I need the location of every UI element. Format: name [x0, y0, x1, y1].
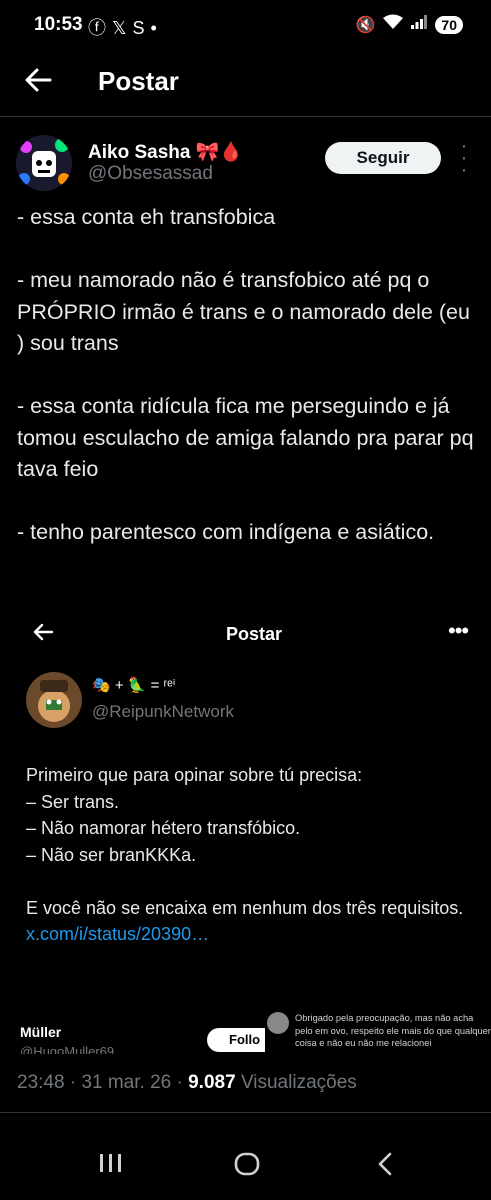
- back-nav-icon[interactable]: [375, 1152, 395, 1183]
- embedded-page-title: Postar: [226, 624, 283, 644]
- reply-avatar: [267, 1012, 289, 1034]
- wifi-icon: [383, 14, 404, 35]
- post-time: 23:48: [17, 1072, 65, 1093]
- post-paragraph: - tenho parentesco com indígena e asiáti…: [17, 520, 435, 544]
- author-name[interactable]: Aiko Sasha 🎀🩸: [88, 140, 243, 164]
- embedded-bottom-name: Müller: [20, 1024, 62, 1040]
- recent-apps-icon[interactable]: [98, 1152, 124, 1181]
- system-icons: 🔇 70: [355, 14, 463, 35]
- post-media-screenshot[interactable]: Postar ••• 🎭 + 🦜 = ʳᵉⁱ @ReipunkNetwork P…: [0, 604, 491, 1059]
- embedded-author-handle: @ReipunkNetwork: [92, 702, 234, 721]
- author-avatar[interactable]: [16, 135, 72, 191]
- more-options-icon[interactable]: · · ·: [455, 136, 473, 180]
- views-count: 9.087: [188, 1072, 236, 1093]
- embedded-bottom-handle: @HugoMuller69: [20, 1044, 115, 1054]
- post-date: 31 mar. 26: [81, 1072, 172, 1093]
- signal-icon: [411, 15, 428, 34]
- embedded-link: x.com/i/status/20390…: [26, 924, 210, 944]
- battery-indicator: 70: [435, 15, 463, 34]
- status-time: 10:53: [34, 14, 83, 35]
- home-icon[interactable]: [234, 1152, 260, 1183]
- s-icon: S: [132, 18, 151, 38]
- status-bar: 10:53 ⓕ𝕏S• 🔇 70: [0, 0, 491, 52]
- embedded-more-icon: •••: [448, 618, 469, 643]
- follow-button[interactable]: Seguir: [325, 142, 441, 174]
- embedded-author-name: 🎭 + 🦜 = ʳᵉⁱ: [92, 677, 176, 694]
- post-text: - essa conta eh transfobica - meu namora…: [17, 202, 477, 580]
- embedded-avatar: [26, 672, 82, 728]
- post-paragraph: - essa conta eh transfobica: [17, 205, 276, 229]
- embedded-back-arrow-icon: [32, 622, 54, 648]
- embedded-line: Primeiro que para opinar sobre tú precis…: [26, 765, 363, 785]
- embedded-line: – Não namorar hétero transfóbico.: [26, 818, 301, 838]
- embedded-line: – Não ser branKKKa.: [26, 844, 197, 865]
- meta-divider: [0, 1112, 491, 1113]
- embedded-line: [26, 868, 466, 895]
- dot-icon: •: [150, 18, 163, 38]
- post-paragraph: - essa conta ridícula fica me perseguind…: [17, 394, 474, 481]
- embedded-post-text: Primeiro que para opinar sobre tú precis…: [26, 762, 466, 948]
- post-meta: 23:48 · 31 mar. 26 · 9.087 Visualizações: [17, 1072, 357, 1093]
- embedded-line: E você não se encaixa em nenhum dos três…: [26, 897, 464, 918]
- notification-icons: ⓕ𝕏S•: [88, 14, 163, 40]
- x-icon: 𝕏: [112, 18, 133, 38]
- system-navigation-bar: [0, 1130, 491, 1200]
- embedded-reply-snippet: Obrigado pela preocupação, mas não acha …: [265, 1008, 491, 1056]
- post-paragraph: - meu namorado não é transfobico até pq …: [17, 268, 470, 355]
- mute-icon: 🔇: [355, 16, 376, 34]
- facebook-icon: ⓕ: [88, 18, 112, 38]
- page-title: Postar: [98, 66, 179, 96]
- header-divider: [0, 116, 491, 117]
- reply-snippet-text: Obrigado pela preocupação, mas não acha …: [295, 1013, 491, 1048]
- views-label: Visualizações: [240, 1072, 357, 1093]
- back-arrow-icon[interactable]: [24, 66, 52, 102]
- embedded-line: – Ser trans.: [26, 791, 120, 812]
- author-handle[interactable]: @Obsesassad: [88, 163, 213, 185]
